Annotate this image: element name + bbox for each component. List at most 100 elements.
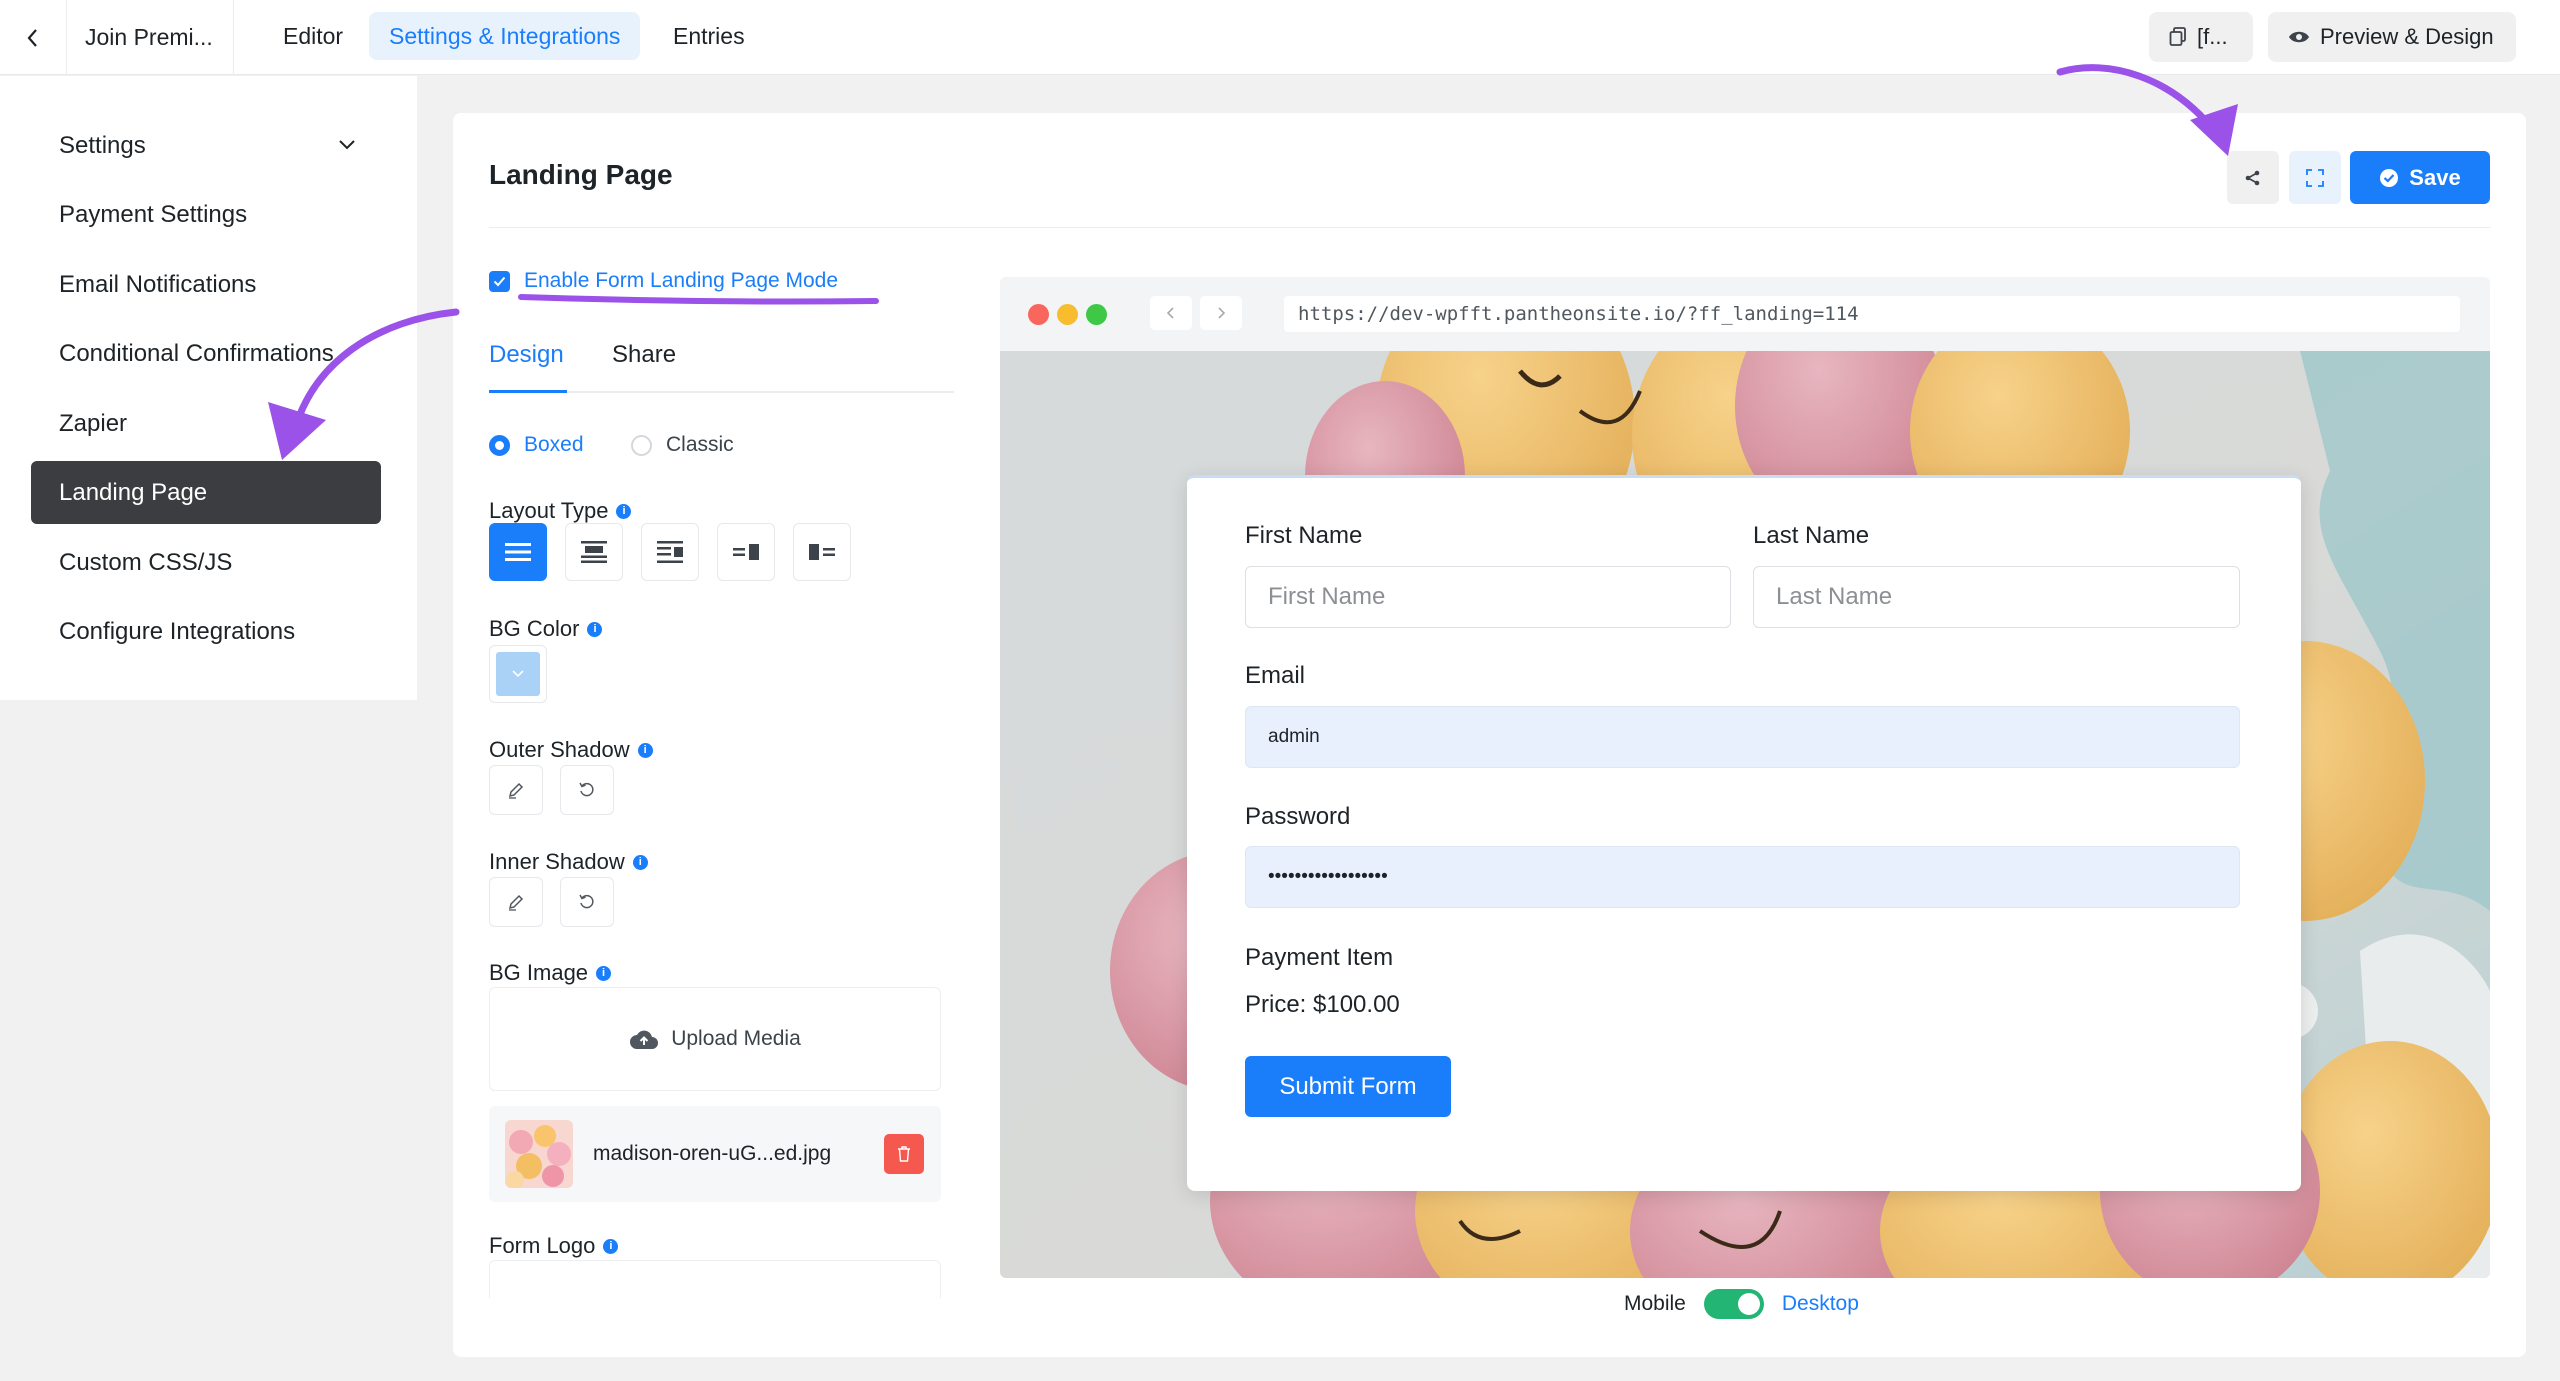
chevron-down-icon bbox=[339, 140, 355, 150]
inner-shadow-reset-button[interactable] bbox=[560, 877, 614, 927]
enable-landing-page-checkbox[interactable]: Enable Form Landing Page Mode bbox=[489, 269, 838, 293]
file-thumbnail bbox=[505, 1120, 573, 1188]
tab-settings-integrations[interactable]: Settings & Integrations bbox=[369, 12, 641, 60]
layout-media-top-button[interactable] bbox=[565, 523, 623, 581]
form-logo-upload[interactable] bbox=[489, 1260, 941, 1298]
mobile-label: Mobile bbox=[1624, 1292, 1686, 1315]
first-name-input[interactable] bbox=[1245, 566, 1731, 628]
info-icon: i bbox=[587, 621, 603, 637]
sidebar-item-label: Configure Integrations bbox=[59, 617, 296, 645]
sidebar-item-configure-integrations[interactable]: Configure Integrations bbox=[31, 600, 381, 663]
form-card: First Name Last Name Email Password Paym… bbox=[1187, 475, 2301, 1191]
preview-design-button[interactable]: Preview & Design bbox=[2268, 12, 2516, 62]
reset-icon bbox=[579, 894, 594, 909]
sidebar-item-label: Landing Page bbox=[59, 478, 208, 506]
sidebar-item-label: Zapier bbox=[59, 409, 128, 437]
info-icon: i bbox=[596, 965, 612, 981]
settings-sidebar: Settings Payment Settings Email Notifica… bbox=[0, 76, 417, 700]
pencil-icon bbox=[508, 782, 524, 799]
radio-boxed-label: Boxed bbox=[524, 433, 584, 456]
outer-shadow-reset-button[interactable] bbox=[560, 765, 614, 815]
form-logo-text: Form Logo bbox=[489, 1233, 596, 1258]
first-name-label: First Name bbox=[1245, 522, 1363, 549]
info-icon: i bbox=[616, 503, 632, 519]
layout-split-right-button[interactable] bbox=[717, 523, 775, 581]
browser-chrome: https://dev-wpfft.pantheonsite.io/?ff_la… bbox=[1000, 277, 2490, 351]
fullscreen-button[interactable] bbox=[2289, 151, 2341, 204]
form-title: Join Premi... bbox=[67, 0, 234, 75]
upload-media-button[interactable]: Upload Media bbox=[489, 987, 941, 1091]
outer-shadow-label: Outer Shadow i bbox=[489, 737, 653, 763]
enable-landing-page-label: Enable Form Landing Page Mode bbox=[524, 269, 839, 292]
tab-design[interactable]: Design bbox=[489, 341, 567, 393]
inner-shadow-edit-button[interactable] bbox=[489, 877, 543, 927]
layout-split-left-button[interactable] bbox=[793, 523, 851, 581]
top-bar: Join Premi... Editor Settings & Integrat… bbox=[0, 0, 2560, 75]
file-name: madison-oren-uG...ed.jpg bbox=[593, 1142, 832, 1165]
shortcode-button[interactable]: [f... bbox=[2149, 12, 2253, 62]
radio-empty-icon bbox=[631, 434, 652, 456]
sidebar-item-landing-page[interactable]: Landing Page bbox=[31, 461, 381, 524]
sidebar-item-label: Conditional Confirmations bbox=[59, 339, 334, 367]
panel-tabs: Design Share bbox=[489, 341, 954, 393]
bg-color-text: BG Color bbox=[489, 616, 580, 641]
bg-image-text: BG Image bbox=[489, 960, 589, 985]
device-toggle-row: Mobile Desktop bbox=[1624, 1289, 1859, 1319]
chevron-right-icon bbox=[1218, 307, 1226, 319]
save-button[interactable]: Save bbox=[2350, 151, 2490, 204]
preview-design-label: Preview & Design bbox=[2320, 24, 2494, 49]
form-logo-label: Form Logo i bbox=[489, 1233, 619, 1259]
page-title: Landing Page bbox=[489, 159, 673, 190]
tab-share[interactable]: Share bbox=[612, 341, 676, 393]
sidebar-item-email-notifications[interactable]: Email Notifications bbox=[31, 253, 381, 316]
info-icon: i bbox=[637, 742, 653, 758]
share-button[interactable] bbox=[2227, 151, 2279, 204]
sidebar-item-label: Payment Settings bbox=[59, 200, 248, 228]
radio-classic[interactable]: Classic bbox=[631, 433, 734, 457]
sidebar-item-payment-settings[interactable]: Payment Settings bbox=[31, 183, 381, 246]
browser-back-button[interactable] bbox=[1150, 296, 1192, 330]
sidebar-item-zapier[interactable]: Zapier bbox=[31, 392, 381, 455]
tab-editor[interactable]: Editor bbox=[263, 12, 363, 60]
layout-split-left-icon bbox=[809, 544, 835, 560]
submit-form-button[interactable]: Submit Form bbox=[1245, 1056, 1451, 1117]
sidebar-item-conditional-confirmations[interactable]: Conditional Confirmations bbox=[31, 322, 381, 385]
info-icon: i bbox=[603, 1238, 619, 1254]
radio-boxed[interactable]: Boxed bbox=[489, 433, 584, 457]
outer-shadow-edit-button[interactable] bbox=[489, 765, 543, 815]
email-field[interactable] bbox=[1245, 706, 2240, 768]
landing-page-panel: Landing Page Save Enable Form Landing Pa… bbox=[453, 113, 2526, 1357]
background-image: First Name Last Name Email Password Paym… bbox=[1000, 351, 2490, 1278]
back-button[interactable] bbox=[0, 0, 67, 75]
layout-default-button[interactable] bbox=[489, 523, 547, 581]
layout-split-right-icon bbox=[733, 544, 759, 560]
browser-forward-button[interactable] bbox=[1200, 296, 1242, 330]
bg-color-label: BG Color i bbox=[489, 616, 603, 642]
sidebar-item-settings[interactable]: Settings bbox=[31, 114, 381, 177]
payment-item-label: Payment Item bbox=[1245, 944, 1394, 971]
upload-media-label: Upload Media bbox=[671, 1027, 801, 1050]
maximize-dot-icon bbox=[1086, 304, 1107, 325]
share-icon bbox=[2245, 170, 2260, 185]
divider bbox=[489, 227, 2490, 228]
delete-file-button[interactable] bbox=[884, 1134, 924, 1174]
email-label: Email bbox=[1245, 662, 1306, 689]
shortcode-label: [f... bbox=[2197, 24, 2228, 49]
expand-icon bbox=[2306, 168, 2324, 187]
tab-entries[interactable]: Entries bbox=[653, 12, 765, 60]
device-toggle[interactable] bbox=[1703, 1289, 1764, 1319]
password-label: Password bbox=[1245, 803, 1351, 830]
inner-shadow-text: Inner Shadow bbox=[489, 849, 625, 874]
save-label: Save bbox=[2409, 164, 2461, 190]
bg-color-picker[interactable] bbox=[489, 645, 547, 703]
reset-icon bbox=[579, 782, 594, 797]
close-dot-icon bbox=[1028, 304, 1049, 325]
password-field[interactable] bbox=[1245, 846, 2240, 908]
url-bar[interactable]: https://dev-wpfft.pantheonsite.io/?ff_la… bbox=[1284, 296, 2460, 332]
layout-media-right-button[interactable] bbox=[641, 523, 699, 581]
sidebar-item-custom-css-js[interactable]: Custom CSS/JS bbox=[31, 531, 381, 594]
minimize-dot-icon bbox=[1057, 304, 1078, 325]
info-icon: i bbox=[632, 854, 648, 870]
last-name-input[interactable] bbox=[1753, 566, 2240, 628]
landing-page-preview: https://dev-wpfft.pantheonsite.io/?ff_la… bbox=[1000, 277, 2490, 1278]
